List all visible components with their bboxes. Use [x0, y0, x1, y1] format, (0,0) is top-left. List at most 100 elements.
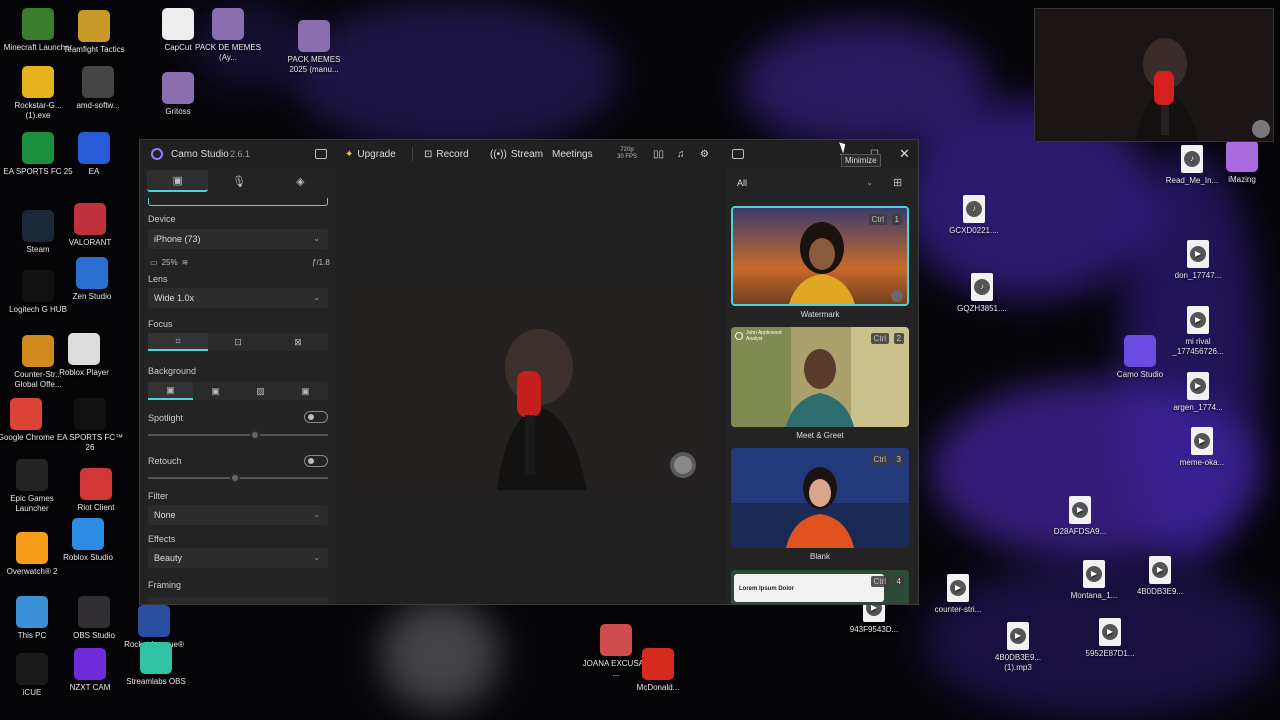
video-file-icon: ▶ [1099, 618, 1121, 646]
upgrade-button[interactable]: ✦ Upgrade [345, 146, 396, 162]
focus-auto-button[interactable]: ⌗ [148, 333, 208, 351]
close-button[interactable]: ✕ [899, 146, 910, 162]
tab-overlays[interactable]: ◈ [270, 170, 331, 192]
desktop-icon[interactable]: Google Chrome [0, 398, 62, 443]
desktop-icon[interactable]: Teamfight Tactics [58, 10, 130, 55]
effects-select[interactable]: Beauty ⌄ [148, 548, 328, 568]
replace-bg-icon: ▣ [301, 385, 310, 396]
shortcut-number-badge: 2 [893, 333, 904, 344]
desktop-icon[interactable]: Riot Client [60, 468, 132, 513]
titlebar: Camo Studio 2.6.1 ✦ Upgrade ⊡ Record ((•… [140, 140, 918, 168]
chrome-icon [10, 398, 42, 430]
desktop-icon[interactable]: VALORANT [54, 203, 126, 248]
stream-icon: ((•)) [490, 148, 507, 160]
stream-button[interactable]: ((•)) Stream [490, 146, 543, 162]
obs-icon [78, 596, 110, 628]
focus-manual-button[interactable]: ⊠ [268, 333, 328, 351]
video-file-icon: ▶ [1149, 556, 1171, 584]
desktop-icon[interactable]: PACK MEMES 2025 (manu... [278, 20, 350, 75]
desktop-icon[interactable]: ♪ GQZH3851.... [946, 273, 1018, 314]
desktop-icon[interactable]: ▶ argen_1774... [1162, 372, 1234, 413]
lens-label: Lens [148, 274, 168, 284]
desktop-icon[interactable]: ▶ 4B0DB3E9... (1).mp3 [982, 622, 1054, 673]
desktop-icon[interactable]: ♪ GCXD0221.... [938, 195, 1010, 236]
desktop-icon[interactable]: Roblox Studio [52, 518, 124, 563]
desktop-icon[interactable]: McDonald... [622, 648, 694, 693]
imazing-icon [1226, 140, 1258, 172]
desktop-icon[interactable]: ▶ don_17747... [1162, 240, 1234, 281]
slider-knob[interactable] [229, 473, 240, 483]
background-remove-button[interactable]: ▨ [238, 382, 283, 400]
desktop-icon[interactable]: PACK DE MEMES (Ay... [192, 8, 264, 63]
steam-icon [22, 210, 54, 242]
background-none-button[interactable]: ▣ [148, 382, 193, 400]
desktop-icon[interactable]: ▶ counter-stri... [922, 574, 994, 615]
settings-button[interactable]: ⚙ [700, 146, 709, 162]
desktop-icon[interactable]: amd-softw... [62, 66, 134, 111]
shortcut-number-badge: 3 [893, 454, 904, 465]
spotlight-slider[interactable] [148, 430, 328, 440]
spotlight-toggle[interactable] [304, 411, 328, 423]
grid-icon: ⊞ [893, 177, 903, 189]
desktop-icon[interactable]: NZXT CAM [54, 648, 126, 693]
icue-icon [16, 653, 48, 685]
desktop-icon[interactable]: EA [58, 132, 130, 177]
overlay-card-watermark[interactable]: Ctrl 1 [731, 206, 909, 306]
framing-option[interactable] [268, 597, 328, 604]
panel-icon [732, 149, 744, 159]
nzxt-icon [74, 648, 106, 680]
camo-studio-window[interactable]: Camo Studio 2.6.1 ✦ Upgrade ⊡ Record ((•… [139, 139, 919, 605]
overlay-filter-select[interactable]: All ⌄ [731, 173, 881, 193]
overlay-card-blank[interactable]: Ctrl 3 [731, 448, 909, 548]
archive-icon [162, 72, 194, 104]
desktop-icon[interactable]: Roblox Player [48, 333, 120, 378]
notifications-button[interactable]: ♫ [677, 146, 685, 162]
device-value: iPhone (73) [154, 234, 201, 244]
desktop-icon-label: Epic Games Launcher [10, 494, 54, 513]
resolution-readout[interactable]: 720p 30 FPS [617, 147, 637, 161]
sidebar-toggle-button[interactable] [315, 146, 327, 162]
meetings-button[interactable]: Meetings [552, 146, 593, 162]
desktop-icon[interactable]: ▶ meme-oka... [1166, 427, 1238, 468]
camera-preview[interactable] [347, 285, 711, 490]
filter-select[interactable]: None ⌄ [148, 505, 328, 525]
camera-preview-overlay[interactable] [1034, 8, 1274, 142]
slider-knob[interactable] [250, 430, 260, 440]
desktop-icon[interactable]: ▶ Montana_1... [1058, 560, 1130, 601]
desktop-icon[interactable]: Epic Games Launcher [0, 459, 68, 514]
desktop-icon[interactable]: Streamlabs OBS [120, 642, 192, 687]
record-button[interactable]: ⊡ Record [424, 146, 469, 162]
desktop-icon[interactable]: ▶ 5952E87D1... [1074, 618, 1146, 659]
tab-audio[interactable]: 🎙︎ [208, 170, 269, 192]
overlay-card-meet-greet[interactable]: John Appleseed Analyst Ctrl 2 [731, 327, 909, 427]
framing-option[interactable] [148, 597, 208, 604]
grid-view-button[interactable]: ⊞ [893, 176, 902, 189]
device-status: ▭ 25% ≋ [150, 258, 188, 267]
bell-icon: ♫ [677, 148, 685, 160]
focus-face-button[interactable]: ⊡ [208, 333, 268, 351]
framing-option[interactable] [208, 597, 268, 604]
tab-video[interactable]: ▣ [147, 170, 209, 192]
scrolled-field [148, 198, 328, 206]
desktop-icon[interactable]: ▶ D28AFDSA9... [1044, 496, 1116, 537]
background-blur-button[interactable]: ▣ [193, 382, 238, 400]
lens-select[interactable]: Wide 1.0x ⌄ [148, 288, 328, 308]
retouch-toggle[interactable] [304, 455, 328, 467]
overlay-card-lorem[interactable]: Lorem Ipsum Dolor Ctrl 4 [731, 570, 909, 604]
tft-icon [78, 10, 110, 42]
desktop-icon[interactable]: EA SPORTS FC™ 26 [54, 398, 126, 453]
device-select[interactable]: iPhone (73) ⌄ [148, 229, 328, 249]
desktop-icon[interactable]: iMazing [1206, 140, 1278, 185]
desktop-icon[interactable]: ▶ 4B0DB3E9... [1124, 556, 1196, 597]
overlay-label: Watermark [800, 310, 840, 319]
desktop-icon[interactable]: Zen Studio [56, 257, 128, 302]
resolution-label: 720p [620, 147, 634, 153]
desktop-icon[interactable]: Gritoss [142, 72, 214, 117]
right-panel-toggle-button[interactable] [732, 146, 744, 162]
desktop-icon-label: D28AFDSA9... [1053, 527, 1107, 536]
retouch-slider[interactable] [148, 473, 328, 483]
layout-split-button[interactable]: ▯▯ [653, 146, 664, 162]
background-mode-segments: ▣ ▣ ▨ ▣ [148, 382, 328, 400]
chevron-down-icon: ⌄ [313, 510, 320, 519]
background-replace-button[interactable]: ▣ [283, 382, 328, 400]
